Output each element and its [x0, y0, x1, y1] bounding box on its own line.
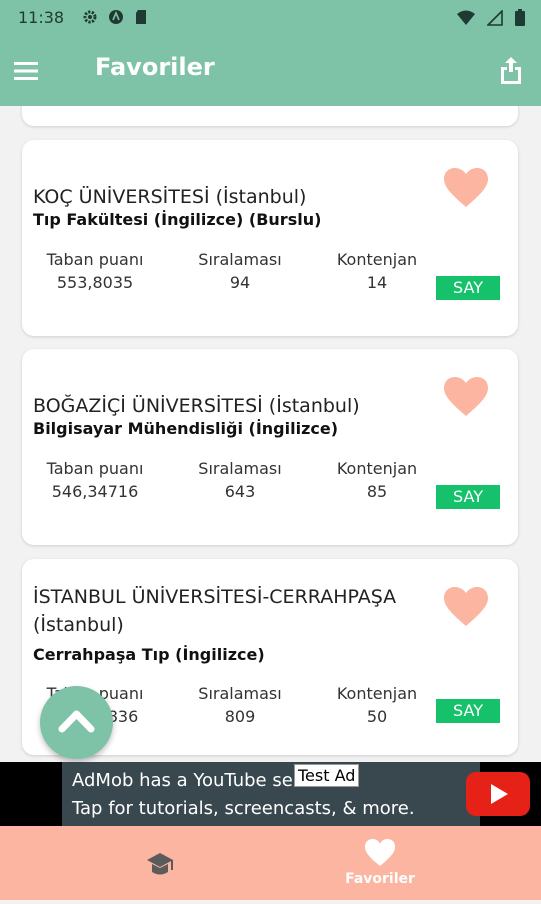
rank: Sıralaması 643: [175, 459, 305, 505]
quota: Kontenjan 14: [312, 250, 442, 296]
heart-icon[interactable]: [444, 168, 488, 208]
score-type-badge: SAY: [436, 276, 500, 300]
quota-label: Kontenjan: [336, 459, 418, 478]
status-time: 11:38: [18, 8, 65, 27]
heart-icon[interactable]: [444, 377, 488, 417]
nav-item-home[interactable]: [120, 826, 200, 900]
share-icon[interactable]: [499, 56, 523, 84]
nav-item-favorites-label: Favoriler: [345, 871, 415, 887]
quota: Kontenjan 50: [312, 684, 442, 730]
base-score: Taban puanı 553,8035: [30, 250, 160, 296]
base-score-value: 553,8035: [56, 273, 134, 292]
menu-icon[interactable]: [14, 61, 38, 81]
ad-banner[interactable]: AdMob has a YouTube series! Tap for tuto…: [0, 762, 541, 826]
sd-card-icon: [136, 10, 146, 24]
base-score-label: Taban puanı: [46, 459, 144, 478]
status-notification-icons: [82, 9, 148, 25]
list-item: [22, 106, 518, 126]
page-title: Favoriler: [95, 53, 215, 81]
test-ad-label: Test Ad: [294, 764, 360, 787]
battery-icon: [515, 9, 525, 26]
score-type-badge: SAY: [436, 699, 500, 723]
rank: Sıralaması 809: [175, 684, 305, 730]
rank: Sıralaması 94: [175, 250, 305, 296]
rank-label: Sıralaması: [198, 459, 282, 478]
university-name: BOĞAZİÇİ ÜNİVERSİTESİ (İstanbul): [33, 395, 360, 417]
status-bar: 11:38: [0, 0, 541, 36]
quota-label: Kontenjan: [336, 250, 418, 269]
rank-value: 643: [224, 482, 256, 501]
rank-value: 809: [224, 707, 256, 726]
faculty-name: Bilgisayar Mühendisliği (İngilizce): [33, 419, 339, 438]
quota-value: 14: [366, 273, 388, 292]
heart-icon[interactable]: [444, 587, 488, 627]
youtube-play-button[interactable]: [466, 772, 530, 816]
quota: Kontenjan 85: [312, 459, 442, 505]
faculty-name: Cerrahpaşa Tıp (İngilizce): [33, 645, 265, 664]
university-name: İSTANBUL ÜNİVERSİTESİ-CERRAHPAŞA (İstanb…: [33, 586, 397, 636]
app-bar: Favoriler: [0, 36, 541, 106]
ad-content[interactable]: AdMob has a YouTube series! Tap for tuto…: [62, 762, 530, 826]
settings-gear-icon: [83, 10, 97, 24]
rank-label: Sıralaması: [198, 250, 282, 269]
heart-icon: [365, 839, 395, 866]
base-score-label: Taban puanı: [46, 250, 144, 269]
scroll-top-button[interactable]: [40, 686, 113, 759]
score-type-badge: SAY: [436, 485, 500, 509]
quota-label: Kontenjan: [336, 684, 418, 703]
status-system-icons: [457, 9, 525, 26]
graduation-cap-icon: [147, 853, 173, 875]
base-score: Taban puanı 546,34716: [30, 459, 160, 505]
base-score-value: 546,34716: [51, 482, 139, 501]
faculty-name: Tıp Fakültesi (İngilizce) (Burslu): [33, 210, 322, 229]
signal-icon: [487, 9, 503, 26]
list-item[interactable]: KOÇ ÜNİVERSİTESİ (İstanbul) Tıp Fakültes…: [22, 140, 518, 336]
quota-value: 85: [366, 482, 388, 501]
rank-value: 94: [229, 273, 251, 292]
favorites-list[interactable]: KOÇ ÜNİVERSİTESİ (İstanbul) Tıp Fakültes…: [0, 106, 541, 762]
wifi-icon: [457, 10, 475, 25]
nav-item-favorites[interactable]: Favoriler: [330, 826, 430, 900]
app-notification-icon: [109, 10, 123, 24]
play-icon: [491, 784, 508, 804]
chevron-up-icon: [58, 710, 95, 733]
rank-label: Sıralaması: [198, 684, 282, 703]
university-name: KOÇ ÜNİVERSİTESİ (İstanbul): [33, 186, 307, 208]
ad-description: Tap for tutorials, screencasts, & more.: [72, 798, 415, 819]
quota-value: 50: [366, 707, 388, 726]
list-item[interactable]: BOĞAZİÇİ ÜNİVERSİTESİ (İstanbul) Bilgisa…: [22, 349, 518, 545]
bottom-navigation: Favoriler: [0, 826, 541, 900]
